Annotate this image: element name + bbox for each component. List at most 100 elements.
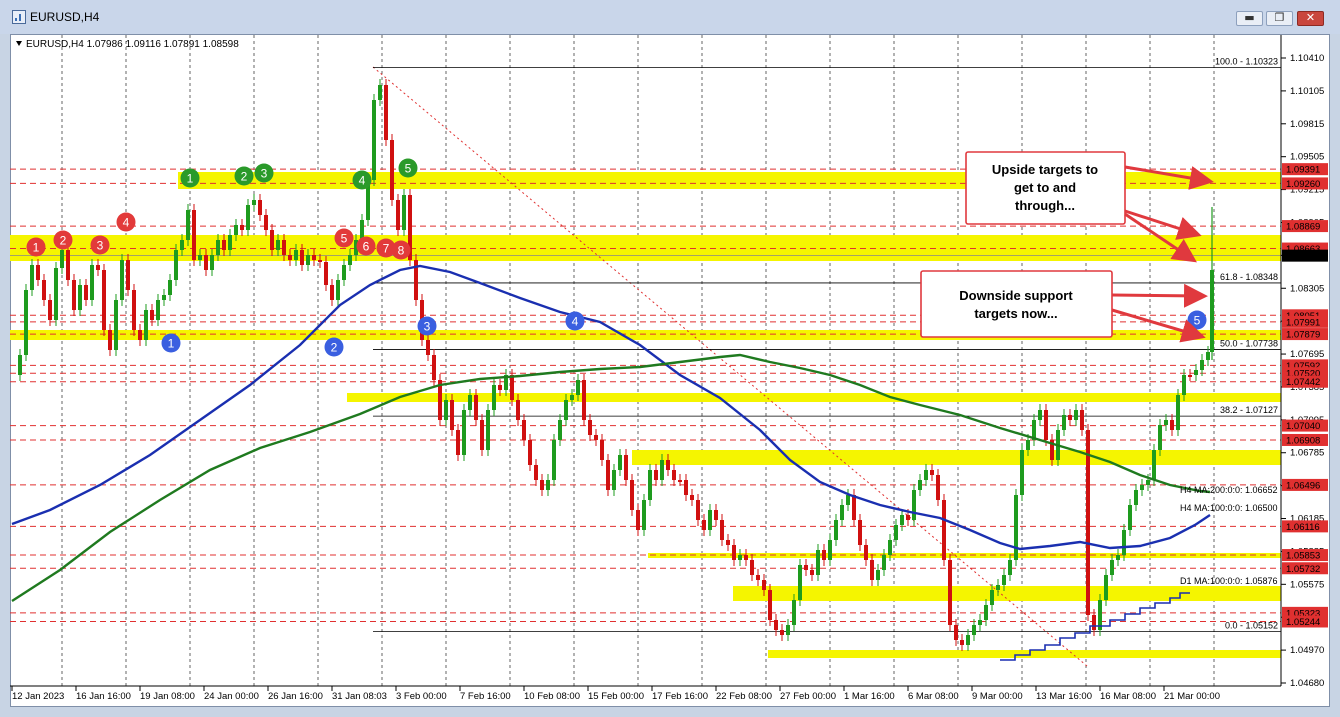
candle-body [402,195,406,230]
candle-body [714,510,718,520]
candle-body [102,270,106,330]
candle-body [72,280,76,310]
candle-body [24,290,28,355]
level-price-label: 1.09391 [1286,165,1320,176]
downside-arrow-1 [1111,283,1208,308]
candle-body [552,440,556,480]
level-price-label: 1.06496 [1286,480,1320,491]
candle-body [480,420,484,450]
red-wave-badge-label: 2 [60,234,67,248]
candle-body [138,330,142,340]
time-axis: 12 Jan 2023 16 Jan 16:00 19 Jan 08:00 24 Ja… [10,685,1281,702]
time-tick-label: 12 Jan 2023 [12,691,64,702]
candle-body [666,460,670,470]
level-price-label: 1.05732 [1286,564,1320,575]
price-chart[interactable]: EURUSD,H4 1.07986 1.09116 1.07891 1.0859… [0,0,1340,717]
green-wave-badge-label: 2 [241,170,248,184]
candle-body [318,260,322,262]
candle-body [1038,410,1042,420]
candle-body [972,625,976,635]
candle-body [1104,575,1108,600]
symbol-dropdown-icon[interactable] [16,41,22,46]
candle-body [396,200,400,230]
price-tick-label: 1.04970 [1290,645,1324,656]
candle-body [444,400,448,420]
candle-body [780,630,784,635]
candle-body [660,460,664,480]
candle-body [744,555,748,560]
candle-body [948,560,952,625]
candle-body [564,400,568,420]
time-tick-label: 13 Mar 16:00 [1036,691,1092,702]
candle-body [828,540,832,560]
candle-body [1002,575,1006,585]
candle-body [840,505,844,520]
candle-body [372,100,376,180]
candle-body [954,625,958,640]
candle-body [1068,415,1072,420]
candle-body [1086,430,1090,615]
time-tick-label: 16 Mar 08:00 [1100,691,1156,702]
candle-body [1182,375,1186,395]
fib-level-label: 61.8 - 1.08348 [1220,272,1278,282]
candle-body [1008,560,1012,575]
candle-body [246,205,250,230]
candle-body [750,560,754,575]
price-tick-label: 1.08305 [1290,283,1324,294]
blue-wave-badge-label: 4 [572,315,579,329]
candle-body [756,575,760,580]
upside-callout-line-1: Upside targets to [992,162,1098,177]
candle-body [348,255,352,265]
fib-level-labels: 100.0 - 1.10323 61.8 - 1.08348 50.0 - 1.07… [1215,56,1278,630]
candle-body [762,580,766,590]
level-price-label: 1.08869 [1286,222,1320,233]
candle-body [882,555,886,570]
candle-body [312,255,316,260]
candle-body [1116,555,1120,560]
time-tick-label: 9 Mar 00:00 [972,691,1023,702]
candle-body [108,330,112,350]
candle-body [1188,375,1192,377]
candle-body [894,525,898,540]
candle-body [606,460,610,490]
candle-body [594,435,598,440]
candle-body [918,480,922,490]
candle-body [96,265,100,270]
candle-body [240,225,244,230]
red-wave-badge-label: 4 [123,216,130,230]
candle-body [516,400,520,420]
time-tick-label: 1 Mar 16:00 [844,691,895,702]
level-price-label: 1.06908 [1286,435,1320,446]
candle-body [1080,410,1084,430]
candle-body [798,565,802,600]
candle-body [1206,352,1210,360]
time-tick-label: 6 Mar 08:00 [908,691,959,702]
red-wave-badge-label: 6 [363,240,370,254]
candle-body [114,300,118,350]
time-tick-label: 3 Feb 00:00 [396,691,447,702]
candle-body [678,480,682,482]
candle-body [90,265,94,300]
price-tick-label: 1.04680 [1290,678,1324,689]
blue-wave-badge-label: 3 [424,320,431,334]
candle-body [330,285,334,300]
time-tick-label: 24 Jan 00:00 [204,691,259,702]
candle-body [60,250,64,268]
candle-body [990,590,994,605]
green-wave-badge-label: 5 [405,162,412,176]
candle-body [1128,505,1132,530]
candle-body [324,262,328,285]
candle-body [1152,450,1156,480]
candle-body [528,440,532,465]
time-tick-label: 15 Feb 00:00 [588,691,644,702]
candle-body [342,265,346,280]
candle-body [1074,410,1078,420]
candle-body [378,85,382,100]
candle-body [804,565,808,570]
candle-body [36,265,40,280]
candle-body [168,280,172,295]
candle-body [1092,615,1096,630]
candle-body [132,290,136,330]
candle-body [702,520,706,530]
candle-body [126,260,130,290]
